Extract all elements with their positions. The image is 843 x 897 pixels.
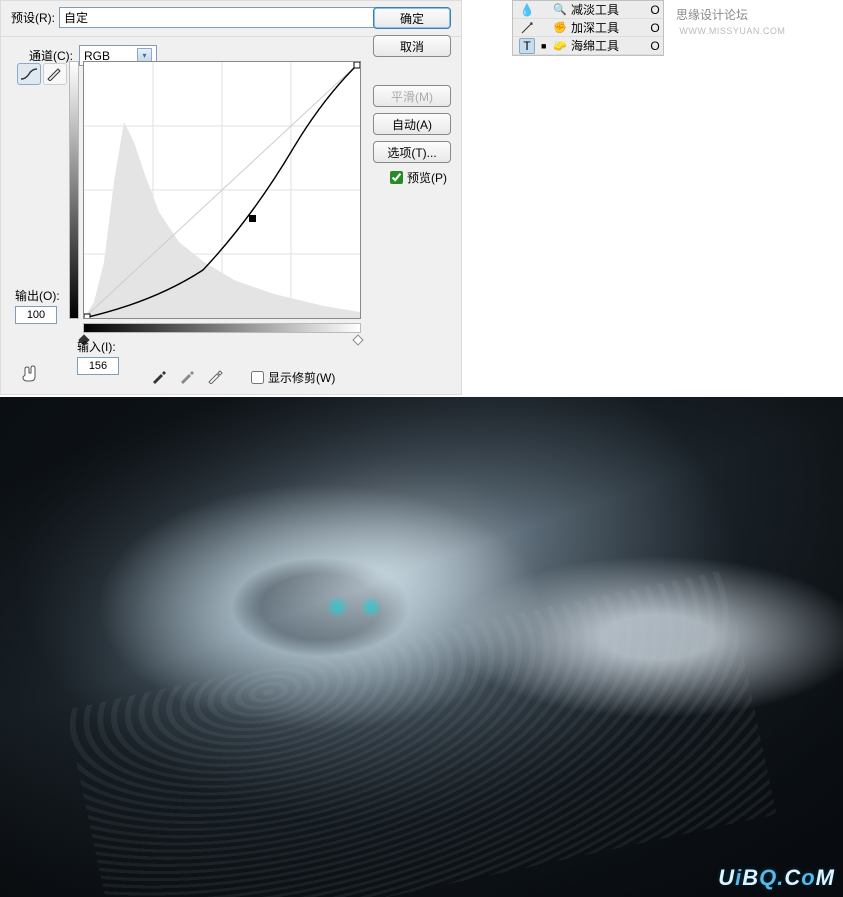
- preview-check[interactable]: 预览(P): [390, 169, 447, 186]
- type-tool-icon: T: [519, 38, 535, 54]
- ok-button[interactable]: 确定: [373, 7, 451, 29]
- tool-shortcut: O: [647, 39, 663, 53]
- eyedropper-white[interactable]: [205, 366, 225, 386]
- hand-icon: [19, 363, 39, 383]
- cancel-button[interactable]: 取消: [373, 35, 451, 57]
- tool-flyout-panel: 💧 🔍 减淡工具 O ✊ 加深工具 O T ■ 🧽 海绵工具 O: [512, 0, 664, 56]
- smooth-button: 平滑(M): [373, 85, 451, 107]
- preset-dropdown[interactable]: 自定 ▾: [59, 7, 427, 28]
- auto-button[interactable]: 自动(A): [373, 113, 451, 135]
- preset-value: 自定: [64, 9, 88, 26]
- curve-graph[interactable]: [83, 61, 361, 319]
- burn-icon: ✊: [551, 21, 569, 34]
- tool-row-dodge[interactable]: 💧 🔍 减淡工具 O: [513, 1, 663, 19]
- artwork-image: UiBQ.CoM: [0, 397, 843, 897]
- artwork-watermark: UiBQ.CoM: [718, 865, 835, 891]
- input-slider-white[interactable]: [352, 334, 363, 345]
- eyedropper-icon: [179, 368, 195, 384]
- output-label: 输出(O):: [15, 287, 60, 304]
- dialog-buttons: 确定 取消 平滑(M) 自动(A) 选项(T)...: [373, 7, 451, 163]
- input-label: 输入(I):: [77, 338, 119, 355]
- watermark-top: 思缘设计论坛 WWW.MISSYUAN.COM: [676, 6, 843, 37]
- blur-tool-icon: 💧: [519, 2, 535, 18]
- curves-dialog: 预设(R): 自定 ▾ 通道(C): RGB ▾: [0, 0, 462, 395]
- tool-row-sponge[interactable]: T ■ 🧽 海绵工具 O: [513, 37, 663, 55]
- tool-shortcut: O: [647, 21, 663, 35]
- watermark-site-cn: 思缘设计论坛: [676, 8, 748, 22]
- show-clipping-label: 显示修剪(W): [268, 369, 335, 386]
- eyedropper-black[interactable]: [149, 366, 169, 386]
- eyedropper-icon: [207, 368, 223, 384]
- preview-label: 预览(P): [407, 169, 447, 186]
- curve-point-selected[interactable]: [249, 215, 256, 222]
- curve-icon: [20, 67, 38, 81]
- curve-point-shadow[interactable]: [84, 314, 90, 318]
- output-block: 输出(O):: [15, 287, 60, 324]
- preview-checkbox[interactable]: [390, 171, 403, 184]
- tool-row-burn[interactable]: ✊ 加深工具 O: [513, 19, 663, 37]
- eyedropper-group: [149, 366, 225, 386]
- tool-label: 减淡工具: [569, 1, 647, 18]
- sponge-icon: 🧽: [551, 39, 569, 52]
- on-image-adjust-tool[interactable]: [19, 363, 39, 383]
- output-gradient: [69, 61, 79, 319]
- path-tool-icon: [519, 20, 535, 36]
- curve-svg: [84, 62, 360, 318]
- input-block: 输入(I):: [77, 338, 119, 375]
- curve-point-tool[interactable]: [17, 63, 41, 85]
- eyedropper-gray[interactable]: [177, 366, 197, 386]
- tool-label: 加深工具: [569, 19, 647, 36]
- watermark-site-url: WWW.MISSYUAN.COM: [679, 26, 785, 36]
- show-clipping-check[interactable]: 显示修剪(W): [251, 369, 335, 386]
- curve-graph-area: [83, 61, 361, 323]
- output-input[interactable]: [15, 306, 57, 324]
- selection-dot: ■: [541, 41, 551, 51]
- input-gradient: [83, 323, 361, 333]
- preset-label: 预设(R):: [11, 9, 55, 26]
- curve-point-highlight[interactable]: [354, 62, 360, 68]
- show-clipping-checkbox[interactable]: [251, 371, 264, 384]
- input-input[interactable]: [77, 357, 119, 375]
- channel-label: 通道(C):: [29, 47, 73, 64]
- curve-mode-tools: [17, 63, 67, 85]
- options-button[interactable]: 选项(T)...: [373, 141, 451, 163]
- tool-label: 海绵工具: [569, 37, 647, 54]
- curve-pencil-tool[interactable]: [43, 63, 67, 85]
- tool-shortcut: O: [647, 3, 663, 17]
- dodge-icon: 🔍: [551, 3, 569, 16]
- eyedropper-icon: [151, 368, 167, 384]
- pencil-icon: [46, 67, 64, 81]
